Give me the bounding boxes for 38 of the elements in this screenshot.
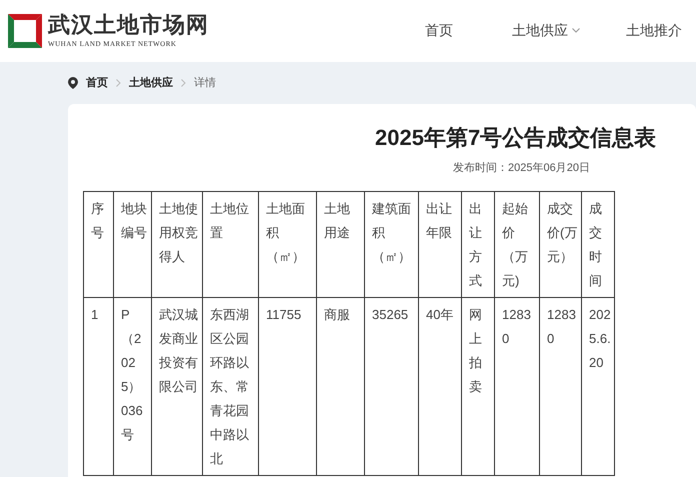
column-header: 成交价(万元） — [540, 191, 582, 297]
column-header: 起始价（万元) — [494, 191, 540, 297]
nav-link[interactable]: 土地供应 — [512, 20, 626, 40]
article-title: 2025年第7号公告成交信息表 — [375, 124, 658, 152]
column-header: 地块编号 — [114, 191, 152, 297]
chevron-down-icon — [572, 28, 580, 32]
column-header: 成交时间 — [582, 191, 614, 297]
table-cell: 东西湖区公园环路以东、常青花园中路以北 — [202, 297, 258, 475]
publish-date: 发布时间：2025年06月20日 — [453, 161, 591, 176]
logo-icon — [8, 14, 42, 48]
table-cell: 12830 — [540, 297, 582, 475]
column-header: 土地用途 — [316, 191, 364, 297]
chevron-right-icon — [181, 79, 186, 87]
column-header: 建筑面积（㎡） — [364, 191, 418, 297]
chevron-right-icon — [116, 79, 121, 87]
site-title: 武汉土地市场网 — [48, 13, 209, 37]
column-header: 土地面积（㎡） — [258, 191, 316, 297]
table-cell: 35265 — [364, 297, 418, 475]
table-cell: 商服 — [316, 297, 364, 475]
column-header: 土地使用权竞得人 — [152, 191, 202, 297]
nav-link[interactable]: 土地推介 — [626, 20, 696, 40]
table-cell: 12830 — [494, 297, 540, 475]
table-cell: 40年 — [418, 297, 462, 475]
nav-link[interactable]: 首页 — [425, 20, 512, 40]
table-cell: 11755 — [258, 297, 316, 475]
table-cell: 2025.6.20 — [582, 297, 614, 475]
table-cell: 1 — [84, 297, 114, 475]
column-header: 序号 — [84, 191, 114, 297]
table-cell: 武汉城发商业投资有限公司 — [152, 297, 202, 475]
table-cell: 网上拍卖 — [462, 297, 494, 475]
breadcrumb-link[interactable]: 首页 — [86, 74, 108, 92]
column-header: 出让方式 — [462, 191, 494, 297]
table-cell: P（2025）036号 — [114, 297, 152, 475]
column-header: 出让年限 — [418, 191, 462, 297]
breadcrumb-link[interactable]: 土地供应 — [129, 74, 173, 92]
breadcrumb-current: 详情 — [194, 76, 216, 91]
column-header: 土地位置 — [202, 191, 258, 297]
location-pin-icon — [68, 77, 78, 89]
